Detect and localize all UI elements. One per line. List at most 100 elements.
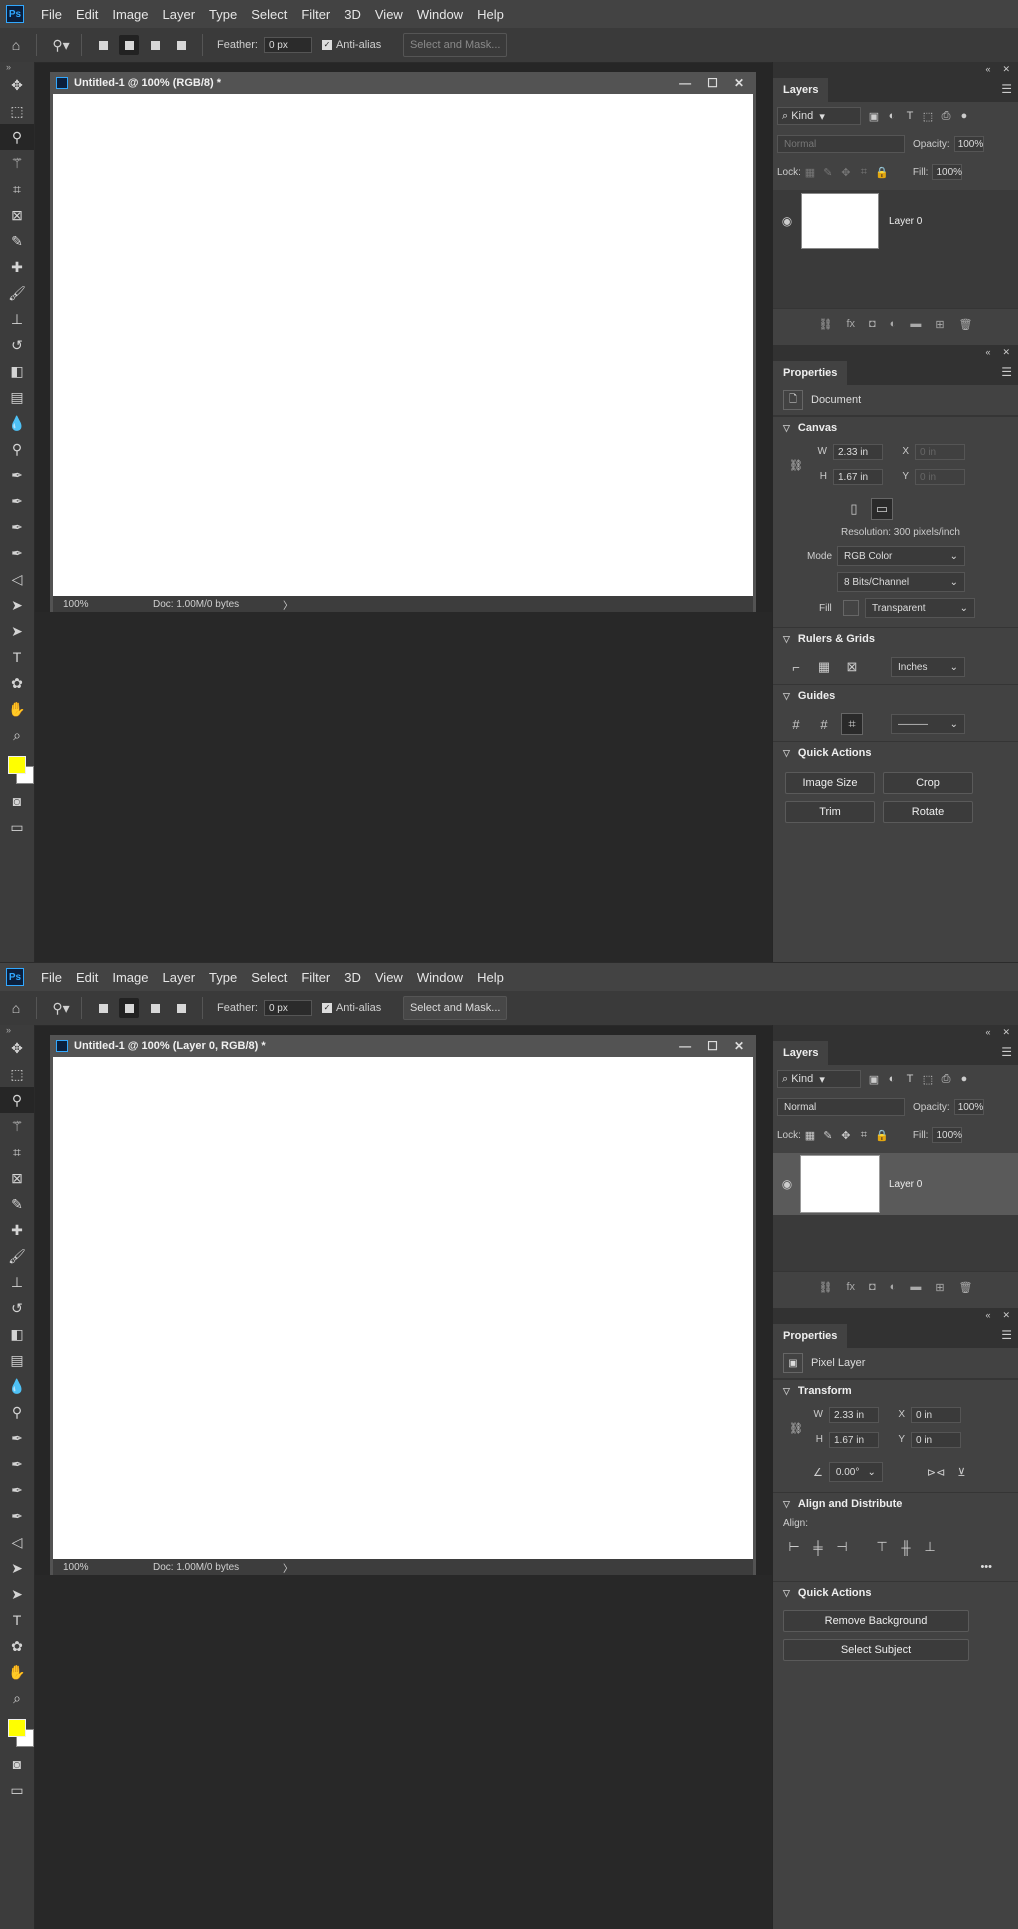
lasso-tool-icon[interactable]: ⚲ <box>0 1087 34 1113</box>
gradient-tool-icon[interactable]: ▤ <box>0 1347 34 1373</box>
kind-filter-select[interactable]: ⌕ Kind ▾ <box>777 107 861 125</box>
maximize-icon[interactable]: ☐ <box>707 1039 718 1053</box>
filter-pixel-icon[interactable]: ▣ <box>865 110 883 123</box>
collapse-tools-icon[interactable]: » <box>0 62 34 72</box>
fx-icon[interactable]: fx <box>846 1281 855 1293</box>
marquee-tool-icon[interactable]: ⬚ <box>0 98 34 124</box>
close-icon[interactable]: ✕ <box>734 1039 744 1053</box>
add-mask-icon[interactable]: ◘ <box>869 318 876 330</box>
layer-name[interactable]: Layer 0 <box>889 216 922 227</box>
close-panels-icon[interactable]: ✕ <box>1002 1027 1010 1038</box>
menu-filter[interactable]: Filter <box>294 970 337 985</box>
add-mask-icon[interactable]: ◘ <box>869 1281 876 1293</box>
crop-tool-icon[interactable]: ⌗ <box>0 1139 34 1165</box>
gradient-tool-icon[interactable]: ▤ <box>0 384 34 410</box>
crop-tool-icon[interactable]: ⌗ <box>0 176 34 202</box>
filter-smart-object-icon[interactable]: ⎙ <box>937 1073 955 1086</box>
arrow-tool-icon[interactable]: ➤ <box>0 618 34 644</box>
guides-header[interactable]: ▽ Guides <box>773 684 1018 707</box>
menu-edit[interactable]: Edit <box>69 970 105 985</box>
menu-layer[interactable]: Layer <box>156 7 203 22</box>
pen-tool-icon[interactable]: ✒ <box>0 462 34 488</box>
transform-section-header[interactable]: ▽ Transform <box>773 1379 1018 1402</box>
freeform-pen-tool-icon[interactable]: ✒ <box>0 488 34 514</box>
new-layer-icon[interactable]: ⊞ <box>935 318 944 331</box>
link-dimensions-icon[interactable]: ⛓ <box>789 1422 803 1435</box>
layer-row[interactable]: ◉ Layer 0 <box>773 190 1018 252</box>
add-selection-button[interactable] <box>119 998 139 1018</box>
pen-tool-icon[interactable]: ✒ <box>0 1425 34 1451</box>
width-input[interactable]: 2.33 in <box>829 1406 879 1423</box>
menu-view[interactable]: View <box>368 970 410 985</box>
quick-mask-icon[interactable]: ◙ <box>0 788 34 814</box>
frame-tool-icon[interactable]: ⊠ <box>0 202 34 228</box>
y-input[interactable]: 0 in <box>915 468 965 485</box>
y-input[interactable]: 0 in <box>911 1431 961 1448</box>
direct-select-tool-icon[interactable]: ➤ <box>0 592 34 618</box>
filter-type-icon[interactable]: T <box>901 1073 919 1085</box>
new-layer-icon[interactable]: ⊞ <box>935 1281 944 1294</box>
marquee-tool-icon[interactable]: ⬚ <box>0 1061 34 1087</box>
arrow-tool-icon[interactable]: ➤ <box>0 1581 34 1607</box>
units-select[interactable]: Inches ⌄ <box>891 657 965 677</box>
menu-type[interactable]: Type <box>202 970 244 985</box>
lock-position-icon[interactable]: ✥ <box>837 166 855 179</box>
align-section-header[interactable]: ▽ Align and Distribute <box>773 1492 1018 1515</box>
curvature-pen-tool-icon[interactable]: ✒ <box>0 1477 34 1503</box>
tab-properties[interactable]: Properties <box>773 1324 848 1348</box>
move-tool-icon[interactable]: ✥ <box>0 1035 34 1061</box>
menu-3d[interactable]: 3D <box>337 970 368 985</box>
eyedropper-tool-icon[interactable]: ✎ <box>0 1191 34 1217</box>
subtract-selection-button[interactable] <box>145 998 165 1018</box>
type-tool-icon[interactable]: T <box>0 644 34 670</box>
eraser-tool-icon[interactable]: ◧ <box>0 1321 34 1347</box>
menu-layer[interactable]: Layer <box>156 970 203 985</box>
filter-pixel-icon[interactable]: ▣ <box>865 1073 883 1086</box>
fill-select[interactable]: Transparent ⌄ <box>865 598 975 618</box>
quick-mask-icon[interactable]: ◙ <box>0 1751 34 1777</box>
height-input[interactable]: 1.67 in <box>829 1431 879 1448</box>
filter-toggle-icon[interactable]: ● <box>955 110 973 122</box>
pixel-grid-icon[interactable]: ⊠ <box>841 656 863 678</box>
smart-guides-icon[interactable]: ⌗ <box>841 713 863 735</box>
lock-transparency-icon[interactable]: ▦ <box>801 1129 819 1142</box>
lock-artboard-icon[interactable]: ⌗ <box>855 166 873 179</box>
x-input[interactable]: 0 in <box>915 443 965 460</box>
delete-layer-icon[interactable]: 🗑 <box>959 1281 973 1294</box>
bits-select[interactable]: 8 Bits/Channel ⌄ <box>837 572 965 592</box>
status-menu-arrow[interactable]: 〉 <box>283 597 293 612</box>
tab-properties[interactable]: Properties <box>773 361 848 385</box>
type-tool-icon[interactable]: T <box>0 1607 34 1633</box>
magic-wand-tool-icon[interactable]: ⚚ <box>0 1113 34 1139</box>
align-bottom-icon[interactable]: ⊥ <box>919 1536 941 1558</box>
width-input[interactable]: 2.33 in <box>833 443 883 460</box>
quick-actions-header[interactable]: ▽ Quick Actions <box>773 1581 1018 1604</box>
menu-window[interactable]: Window <box>410 970 470 985</box>
magic-wand-tool-icon[interactable]: ⚚ <box>0 150 34 176</box>
close-icon[interactable]: ✕ <box>734 76 744 90</box>
zoom-tool-icon[interactable]: ⌕ <box>0 722 34 748</box>
menu-select[interactable]: Select <box>244 970 294 985</box>
x-input[interactable]: 0 in <box>911 1406 961 1423</box>
remove-background-button[interactable]: Remove Background <box>783 1610 969 1632</box>
fx-icon[interactable]: fx <box>846 318 855 330</box>
crop-button[interactable]: Crop <box>883 772 973 794</box>
align-right-icon[interactable]: ⊣ <box>831 1536 853 1558</box>
landscape-orientation-icon[interactable]: ▭ <box>871 498 893 520</box>
history-brush-tool-icon[interactable]: ↺ <box>0 332 34 358</box>
menu-image[interactable]: Image <box>105 7 155 22</box>
dodge-tool-icon[interactable]: ⚲ <box>0 436 34 462</box>
minimize-icon[interactable]: — <box>679 76 691 90</box>
lock-position-icon[interactable]: ✥ <box>837 1129 855 1142</box>
filter-adjustment-icon[interactable]: ◐ <box>883 110 901 122</box>
new-selection-button[interactable] <box>93 35 113 55</box>
collapse-panels-icon[interactable]: « <box>985 1027 990 1037</box>
eyedropper-tool-icon[interactable]: ✎ <box>0 228 34 254</box>
guide-style-select[interactable]: ——— ⌄ <box>891 714 965 734</box>
grid-icon[interactable]: ▦ <box>813 656 835 678</box>
visibility-eye-icon[interactable]: ◉ <box>773 1177 801 1191</box>
lasso-preset-icon[interactable]: ⚲▾ <box>49 33 73 57</box>
rotate-button[interactable]: Rotate <box>883 801 973 823</box>
align-center-h-icon[interactable]: ╪ <box>807 1536 829 1558</box>
direct-select-tool-icon[interactable]: ➤ <box>0 1555 34 1581</box>
